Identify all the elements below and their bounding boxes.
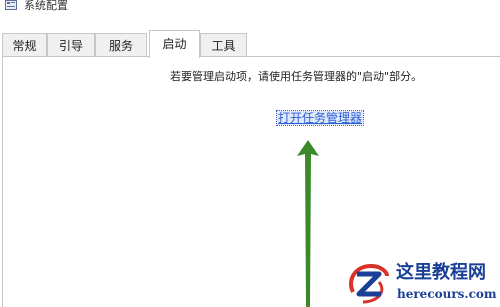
system-config-icon	[5, 0, 17, 10]
tab-boot[interactable]: 引导	[47, 33, 95, 57]
window-title: 系统配置	[24, 0, 68, 12]
tab-general[interactable]: 常规	[2, 33, 47, 57]
tab-tools[interactable]: 工具	[200, 33, 247, 57]
site-logo-icon	[349, 263, 389, 304]
site-watermark: 这里教程网 herecours.com	[343, 258, 500, 307]
open-task-manager-link[interactable]: 打开任务管理器	[275, 110, 365, 126]
system-config-window: 系统配置 常规 引导 服务 启动 工具 若要管理启动项，请使用任务管理器的"启动…	[0, 0, 500, 307]
watermark-title: 这里教程网	[396, 262, 486, 283]
tab-startup[interactable]: 启动	[149, 30, 200, 58]
tab-strip: 常规 引导 服务 启动 工具	[0, 30, 500, 58]
startup-instruction-text: 若要管理启动项，请使用任务管理器的"启动"部分。	[170, 70, 423, 83]
watermark-url: herecours.com	[397, 287, 497, 301]
title-bar: 系统配置	[0, 0, 500, 22]
pointer-arrow-icon	[297, 140, 319, 307]
tab-services[interactable]: 服务	[95, 33, 147, 57]
